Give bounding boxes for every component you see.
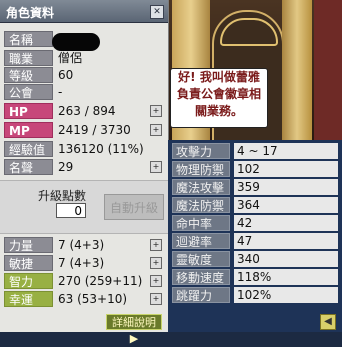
detail-value: 47: [234, 233, 338, 249]
stat-row-level: 等級 60: [4, 67, 164, 84]
attr-value: 270 (259+11): [58, 274, 143, 288]
detail-row: 攻擊力 4 ~ 17: [172, 143, 338, 160]
detail-label: 攻擊力: [172, 143, 230, 159]
detail-row: 物理防禦力 102: [172, 161, 338, 193]
speech-line-3: 關業務。: [194, 104, 243, 118]
hp-increase-button[interactable]: +: [150, 105, 162, 117]
detail-value: 359: [234, 179, 338, 195]
detail-row: 魔法攻擊力 359: [172, 179, 338, 211]
stat-value: 29: [58, 160, 74, 174]
stat-label: 名聲: [4, 159, 53, 175]
fame-button[interactable]: +: [150, 161, 162, 173]
character-info-window: 角色資料 ✕ 名稱 職業 僧侶 等級 60 公會 - HP 263 / 894 …: [0, 0, 169, 345]
ability-points-value: 0: [56, 203, 86, 218]
stat-row-fame: 名聲 29 +: [4, 159, 164, 176]
dex-increase-button[interactable]: +: [150, 257, 162, 269]
mp-increase-button[interactable]: +: [150, 124, 162, 136]
detail-row: 靈敏度 340: [172, 251, 338, 268]
plus-icon: +: [152, 294, 160, 303]
door-ornament: [220, 18, 278, 46]
detail-label: 魔法防禦力: [172, 197, 230, 229]
stat-row-job: 職業 僧侶: [4, 50, 164, 67]
stat-label: MP: [4, 122, 53, 138]
detail-value: 118%: [234, 269, 338, 285]
close-button[interactable]: ✕: [150, 5, 164, 19]
close-icon: ✕: [153, 7, 161, 17]
int-increase-button[interactable]: +: [150, 275, 162, 287]
speech-line-2: 負責公會徽章相: [176, 87, 261, 101]
stat-value: -: [58, 85, 63, 99]
attr-label: 幸運: [4, 291, 53, 307]
detail-value: 364: [234, 197, 338, 213]
detail-label: 迴避率: [172, 233, 230, 249]
attr-label: 力量: [4, 237, 53, 253]
detail-label: 物理防禦力: [172, 161, 230, 193]
detail-value: 102%: [234, 287, 338, 303]
detail-label: 移動速度: [172, 269, 230, 285]
detail-stats-panel: 攻擊力 4 ~ 17 物理防禦力 102 魔法攻擊力 359 魔法防禦力 364…: [168, 140, 342, 332]
detail-row: 命中率 42: [172, 215, 338, 232]
attr-row-dex: 敏捷 7 (4+3) +: [4, 255, 164, 272]
stat-row-hp: HP 263 / 894 +: [4, 103, 164, 120]
str-increase-button[interactable]: +: [150, 239, 162, 251]
attr-value: 7 (4+3): [58, 256, 105, 270]
stat-row-exp: 經驗值 136120 (11%): [4, 141, 164, 158]
attr-value: 7 (4+3): [58, 238, 105, 252]
detail-value: 42: [234, 215, 338, 231]
stat-row-guild: 公會 -: [4, 84, 164, 101]
plus-icon: +: [152, 276, 160, 285]
back-arrow-icon: ◀: [324, 316, 332, 327]
redacted-name: [52, 33, 100, 51]
panel-back-button[interactable]: ◀: [320, 314, 336, 330]
attr-row-int: 智力 270 (259+11) +: [4, 273, 164, 290]
stat-value: 2419 / 3730: [58, 123, 131, 137]
detail-value: 4 ~ 17: [234, 143, 338, 159]
stat-value: 60: [58, 68, 74, 82]
detail-toggle-button[interactable]: 詳細說明 ▶: [106, 314, 162, 345]
title-bar[interactable]: 角色資料 ✕: [0, 0, 168, 23]
stat-label: HP: [4, 103, 53, 119]
detail-label: 命中率: [172, 215, 230, 231]
stat-value: 僧侶: [58, 51, 83, 65]
plus-icon: +: [152, 240, 160, 249]
stat-row-mp: MP 2419 / 3730 +: [4, 122, 164, 139]
luk-increase-button[interactable]: +: [150, 293, 162, 305]
ability-points-label: 升級點數: [38, 189, 87, 203]
detail-value: 340: [234, 251, 338, 267]
detail-label: 靈敏度: [172, 251, 230, 267]
attr-label: 敏捷: [4, 255, 53, 271]
detail-label: 跳躍力: [172, 287, 230, 303]
stat-value: 263 / 894: [58, 104, 116, 118]
stat-value: 136120 (11%): [58, 142, 144, 156]
window-title: 角色資料: [6, 6, 55, 20]
stat-label: 公會: [4, 84, 53, 100]
stat-label: 職業: [4, 50, 53, 66]
auto-assign-button[interactable]: 自動升級: [104, 194, 164, 220]
speech-line-1: 好! 我叫做蕾雅: [178, 70, 260, 84]
detail-label: 魔法攻擊力: [172, 179, 230, 211]
npc-speech-bubble: 好! 我叫做蕾雅 負責公會徽章相 關業務。: [170, 68, 268, 128]
attr-label: 智力: [4, 273, 53, 289]
plus-icon: +: [152, 125, 160, 134]
detail-row: 迴避率 47: [172, 233, 338, 250]
stat-label: 名稱: [4, 31, 53, 47]
golden-pillar-right: [282, 0, 312, 140]
plus-icon: +: [152, 258, 160, 267]
detail-row: 跳躍力 102%: [172, 287, 338, 304]
stat-label: 經驗值: [4, 141, 53, 157]
detail-row: 魔法防禦力 364: [172, 197, 338, 229]
plus-icon: +: [152, 162, 160, 171]
detail-row: 移動速度 118%: [172, 269, 338, 286]
red-curtain: [314, 0, 342, 140]
attr-value: 63 (53+10): [58, 292, 128, 306]
attr-row-luk: 幸運 63 (53+10) +: [4, 291, 164, 308]
plus-icon: +: [152, 106, 160, 115]
stat-label: 等級: [4, 67, 53, 83]
attr-row-str: 力量 7 (4+3) +: [4, 237, 164, 254]
detail-value: 102: [234, 161, 338, 177]
